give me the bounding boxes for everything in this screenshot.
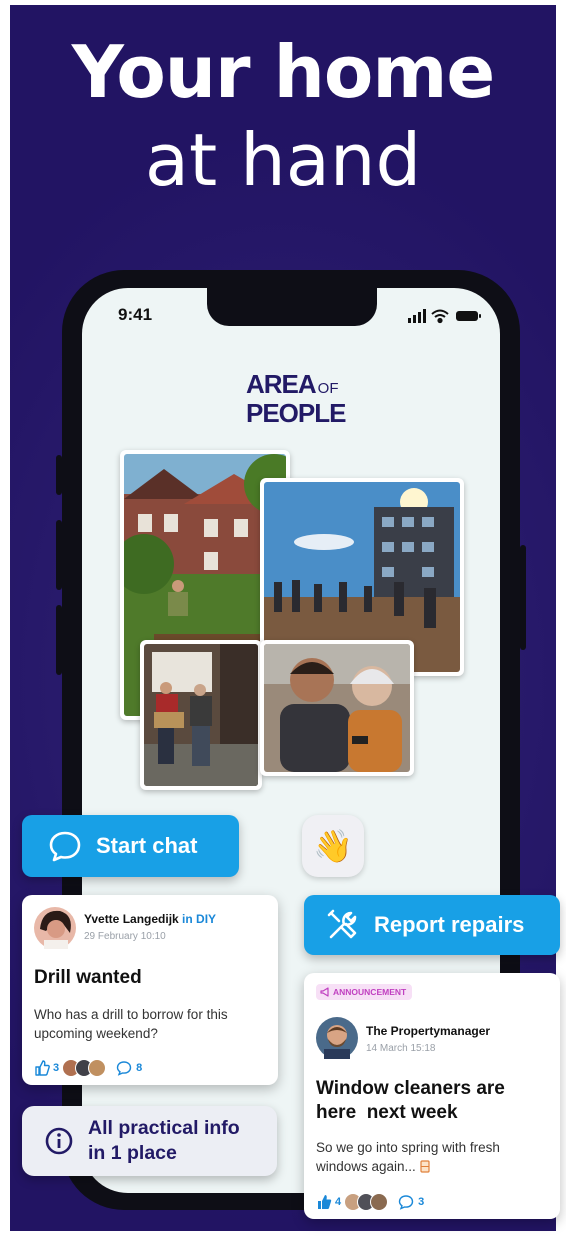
status-icons (408, 309, 481, 324)
post-date: 14 March 15:18 (366, 1043, 436, 1054)
post-category[interactable]: in DIY (182, 912, 216, 926)
avatar (34, 907, 76, 949)
comment-count: 3 (418, 1196, 425, 1208)
avatar (316, 1017, 358, 1059)
like-count: 3 (53, 1062, 60, 1074)
post-title-line-1: Window cleaners are (316, 1078, 505, 1099)
photo-moving-boxes (140, 640, 262, 790)
post-body-text: So we go into spring with fresh windows … (316, 1140, 500, 1174)
phone-volume-down (56, 605, 62, 675)
app-logo: AREA OF PEOPLE (246, 369, 346, 428)
post-reactions: 3 8 (34, 1059, 142, 1077)
post-body: So we go into spring with fresh windows … (316, 1138, 551, 1176)
post-author[interactable]: Yvette Langedijk (84, 912, 179, 926)
post-title: Drill wanted (34, 967, 142, 988)
report-repairs-button[interactable]: Report repairs (304, 895, 560, 955)
announcement-badge: ANNOUNCEMENT (316, 984, 413, 1000)
logo-area: AREA (246, 369, 317, 399)
status-time: 9:41 (118, 305, 153, 324)
reactor-avatar (370, 1193, 389, 1211)
megaphone-icon (320, 987, 329, 997)
tools-icon (327, 909, 357, 939)
photo-neighbours-phone (260, 640, 414, 776)
announcement-badge-label: ANNOUNCEMENT (333, 987, 407, 997)
battery-icon (456, 311, 481, 321)
waving-hand-icon: 👋 (313, 828, 353, 864)
wifi-icon (431, 309, 449, 324)
phone-power-button (520, 545, 526, 650)
headline-line-1: Your home (71, 30, 495, 114)
info-icon (45, 1127, 73, 1155)
practical-info-button[interactable]: All practical info in 1 place (22, 1106, 277, 1176)
post-title: Window cleaners are here next week (316, 1077, 505, 1125)
report-repairs-label: Report repairs (374, 912, 525, 937)
reactor-avatar (88, 1059, 107, 1077)
headline-line-2: at hand (144, 118, 422, 202)
wave-emoji-button[interactable]: 👋 (302, 815, 364, 877)
thumbs-up-icon[interactable] (34, 1060, 50, 1076)
post-reactions: 4 3 (316, 1193, 424, 1211)
practical-info-line-2: in 1 place (88, 1142, 177, 1164)
post-body: Who has a drill to borrow for this upcom… (34, 1007, 228, 1041)
post-date: 29 February 10:10 (84, 931, 166, 942)
post-author[interactable]: The Propertymanager (366, 1024, 490, 1038)
like-count: 4 (335, 1196, 342, 1208)
phone-notch (207, 288, 377, 326)
post-card-announcement[interactable]: ANNOUNCEMENT The Propertymanager 14 Marc… (304, 973, 560, 1219)
post-card-drill[interactable]: Yvette Langedijk in DIY 29 February 10:1… (22, 895, 278, 1085)
start-chat-label: Start chat (96, 833, 198, 858)
logo-people: PEOPLE (246, 398, 346, 428)
start-chat-button[interactable]: Start chat (22, 815, 239, 877)
chat-bubble-icon (49, 831, 81, 862)
comment-icon[interactable] (116, 1060, 132, 1076)
window-icon (419, 1160, 430, 1173)
post-title-line-2: here next week (316, 1102, 458, 1123)
logo-of: OF (317, 380, 339, 397)
phone-mute-switch (56, 455, 62, 495)
phone-volume-up (56, 520, 62, 590)
thumbs-up-icon[interactable] (316, 1194, 332, 1210)
practical-info-line-1: All practical info (88, 1117, 240, 1139)
signal-icon (408, 309, 426, 323)
comment-count: 8 (136, 1062, 143, 1074)
comment-icon[interactable] (398, 1194, 414, 1210)
